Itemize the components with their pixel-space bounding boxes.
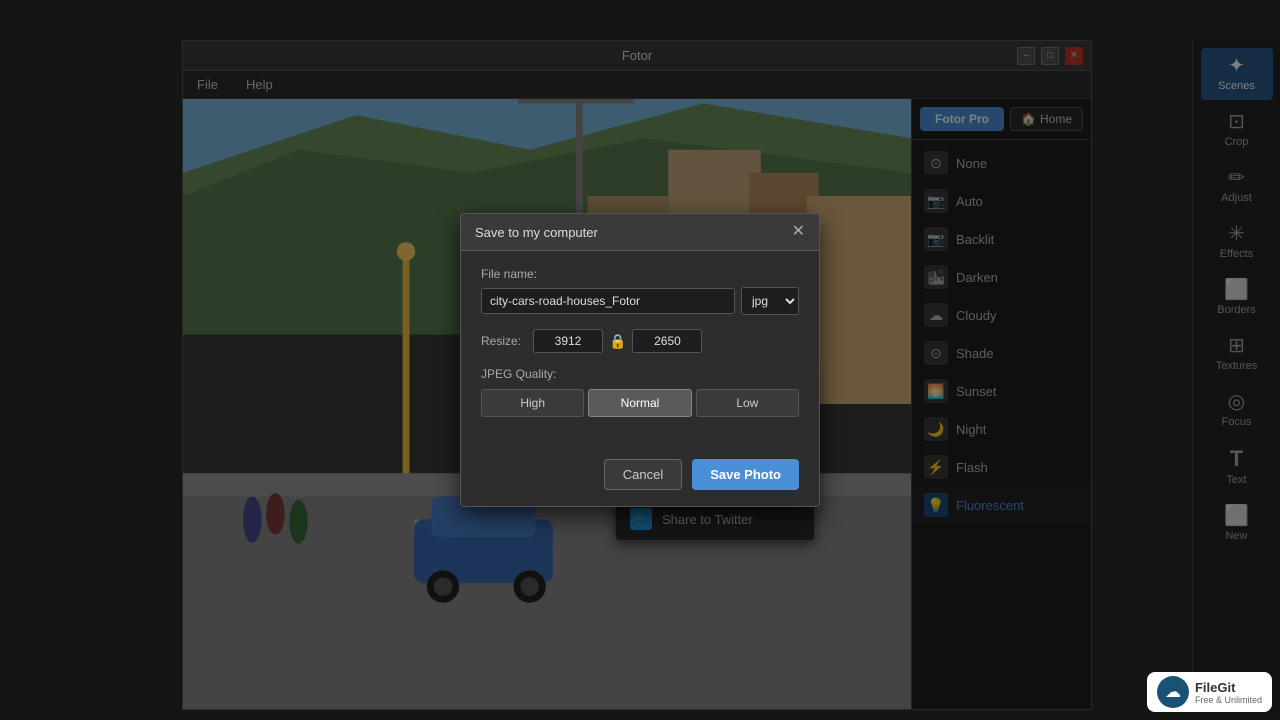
quality-low-button[interactable]: Low bbox=[696, 389, 799, 417]
filegit-text: FileGit Free & Unlimited bbox=[1195, 680, 1262, 705]
quality-section: JPEG Quality: High Normal Low bbox=[481, 367, 799, 417]
format-select[interactable]: jpg png bmp tiff bbox=[741, 287, 799, 315]
filegit-logo-icon: ☁ bbox=[1165, 682, 1181, 702]
quality-buttons: High Normal Low bbox=[481, 389, 799, 417]
save-dialog: Save to my computer ✕ File name: jpg png… bbox=[460, 213, 820, 507]
lock-icon: 🔒 bbox=[609, 333, 626, 350]
save-photo-button[interactable]: Save Photo bbox=[692, 459, 799, 490]
quality-high-button[interactable]: High bbox=[481, 389, 584, 417]
resize-label: Resize: bbox=[481, 334, 521, 348]
filegit-name: FileGit bbox=[1195, 680, 1262, 695]
resize-row: Resize: 🔒 bbox=[481, 329, 799, 353]
filename-input[interactable] bbox=[481, 288, 735, 314]
modal-header: Save to my computer ✕ bbox=[461, 214, 819, 251]
width-input[interactable] bbox=[533, 329, 603, 353]
cancel-button[interactable]: Cancel bbox=[604, 459, 682, 490]
filegit-logo: ☁ bbox=[1157, 676, 1189, 708]
quality-normal-button[interactable]: Normal bbox=[588, 389, 691, 417]
quality-label: JPEG Quality: bbox=[481, 367, 799, 381]
height-input[interactable] bbox=[632, 329, 702, 353]
resize-group: Resize: 🔒 bbox=[481, 329, 799, 353]
modal-body: File name: jpg png bmp tiff Resize: 🔒 bbox=[461, 251, 819, 449]
filename-group: File name: jpg png bmp tiff bbox=[481, 267, 799, 315]
modal-overlay: Save to my computer ✕ File name: jpg png… bbox=[0, 0, 1280, 720]
modal-close-button[interactable]: ✕ bbox=[792, 224, 805, 240]
filename-row: jpg png bmp tiff bbox=[481, 287, 799, 315]
filename-label: File name: bbox=[481, 267, 799, 281]
filegit-badge: ☁ FileGit Free & Unlimited bbox=[1147, 672, 1272, 712]
modal-title: Save to my computer bbox=[475, 225, 598, 240]
filegit-sub: Free & Unlimited bbox=[1195, 695, 1262, 705]
modal-footer: Cancel Save Photo bbox=[461, 449, 819, 506]
